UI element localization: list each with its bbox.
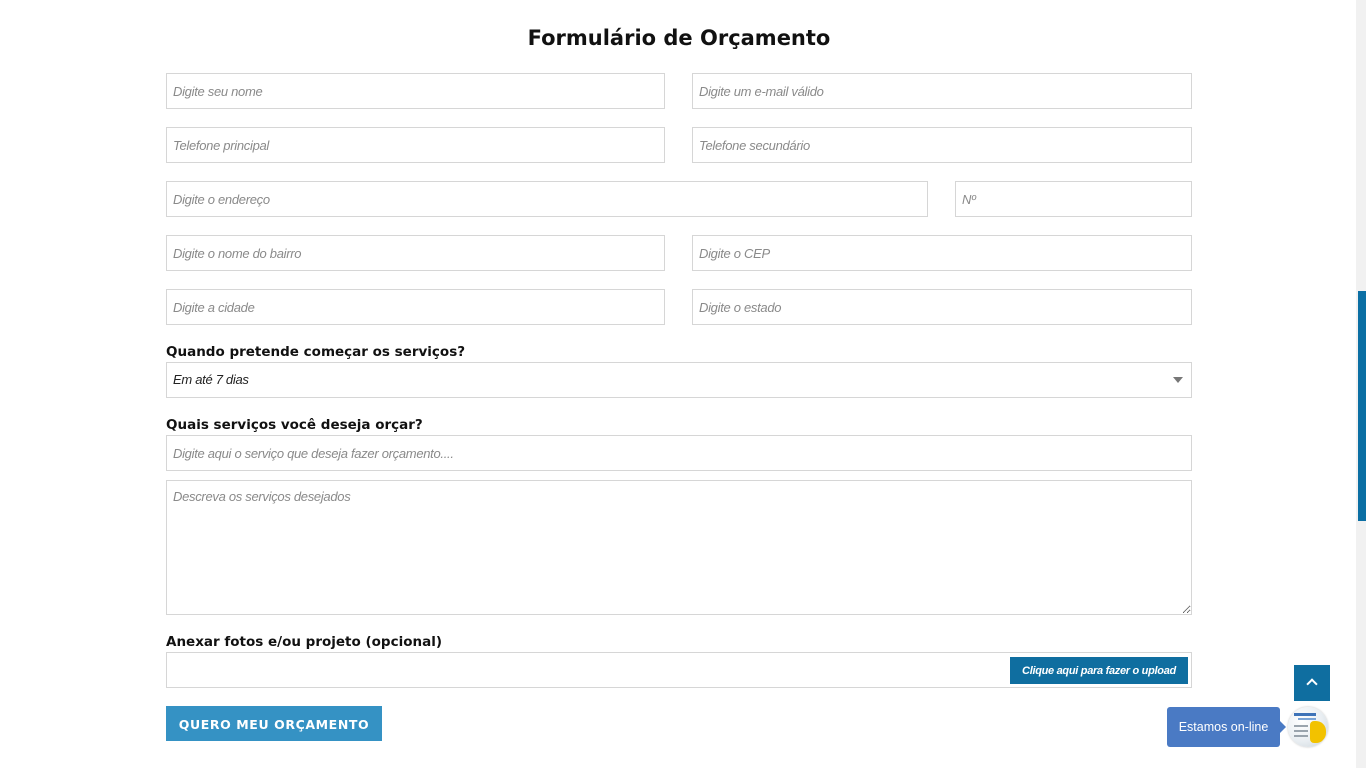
chat-pointer xyxy=(1280,721,1286,733)
attachments-label: Anexar fotos e/ou projeto (opcional) xyxy=(166,634,443,650)
start-time-select[interactable]: Em até 7 dias xyxy=(166,362,1192,398)
chevron-down-icon xyxy=(1173,377,1183,383)
city-input[interactable] xyxy=(166,289,665,325)
start-time-label: Quando pretende começar os serviços? xyxy=(166,344,466,360)
back-to-top-button[interactable] xyxy=(1294,665,1330,701)
address-number-input[interactable] xyxy=(955,181,1192,217)
phone-main-input[interactable] xyxy=(166,127,665,163)
services-description-textarea[interactable] xyxy=(166,480,1192,615)
upload-button[interactable]: Clique aqui para fazer o upload xyxy=(1010,657,1188,684)
cep-input[interactable] xyxy=(692,235,1192,271)
chevron-up-icon xyxy=(1306,678,1318,690)
services-label: Quais serviços você deseja orçar? xyxy=(166,417,423,433)
email-input[interactable] xyxy=(692,73,1192,109)
address-input[interactable] xyxy=(166,181,928,217)
submit-quote-button[interactable]: QUERO MEU ORÇAMENTO xyxy=(166,706,382,741)
state-input[interactable] xyxy=(692,289,1192,325)
phone-secondary-input[interactable] xyxy=(692,127,1192,163)
chat-online-label[interactable]: Estamos on-line xyxy=(1167,707,1280,747)
page-scrollbar-thumb[interactable] xyxy=(1358,291,1366,521)
chat-avatar-icon[interactable] xyxy=(1288,707,1328,747)
name-input[interactable] xyxy=(166,73,665,109)
start-time-selected-value: Em até 7 dias xyxy=(173,372,249,387)
page-title: Formulário de Orçamento xyxy=(527,26,831,50)
service-input[interactable] xyxy=(166,435,1192,471)
neighborhood-input[interactable] xyxy=(166,235,665,271)
